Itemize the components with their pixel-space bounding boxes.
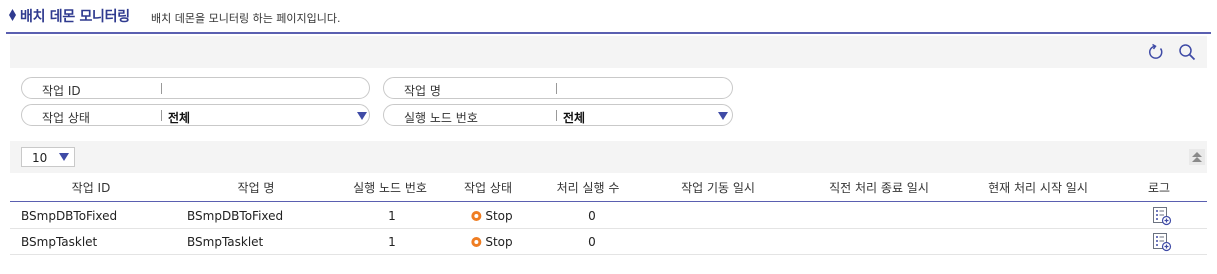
- job-status-label: 작업 상태: [42, 111, 90, 125]
- chevron-down-icon[interactable]: [357, 112, 367, 120]
- page-title: 배치 데몬 모니터링: [20, 9, 130, 25]
- divider: [161, 110, 162, 121]
- collapse-up-icon[interactable]: [1189, 149, 1205, 165]
- grid-toolbar: 10: [10, 141, 1207, 173]
- search-toolbar: [10, 36, 1207, 68]
- divider: [161, 83, 162, 94]
- divider: [556, 110, 557, 121]
- col-current-start-time[interactable]: 현재 처리 시작 일시: [988, 179, 1088, 196]
- log-view-icon[interactable]: [1152, 206, 1172, 226]
- page-size-value: 10: [32, 151, 48, 165]
- search-icon[interactable]: [1178, 43, 1196, 61]
- cell-exec-count: 0: [588, 209, 596, 223]
- divider: [556, 83, 557, 94]
- job-name-label: 작업 명: [404, 84, 441, 98]
- refresh-icon[interactable]: [1147, 43, 1165, 61]
- status-text: Stop: [485, 209, 513, 223]
- cell-job-id: BSmpTasklet: [21, 235, 98, 249]
- node-number-select[interactable]: 실행 노드 번호 전체: [383, 104, 733, 126]
- cell-node: 1: [388, 235, 396, 249]
- col-job-status[interactable]: 작업 상태: [464, 179, 512, 196]
- cell-job-name: BSmpDBToFixed: [187, 209, 284, 223]
- stop-status-icon: [471, 237, 482, 247]
- page-header: 배치 데몬 모니터링 배치 데몬을 모니터링 하는 페이지입니다.: [6, 0, 1211, 34]
- col-job-id[interactable]: 작업 ID: [72, 179, 111, 196]
- job-status-value[interactable]: 전체: [168, 109, 190, 126]
- status-badge: Stop: [471, 209, 513, 223]
- log-view-icon[interactable]: [1152, 232, 1172, 252]
- cell-exec-count: 0: [588, 235, 596, 249]
- job-name-filter[interactable]: 작업 명: [383, 77, 733, 99]
- chevron-down-icon[interactable]: [59, 153, 69, 161]
- col-start-time[interactable]: 작업 기동 일시: [681, 179, 755, 196]
- diamond-bullet-icon: [9, 9, 16, 21]
- page-size-select[interactable]: 10: [21, 147, 75, 167]
- node-number-label: 실행 노드 번호: [404, 111, 478, 125]
- job-id-filter[interactable]: 작업 ID: [21, 77, 370, 99]
- col-node-number[interactable]: 실행 노드 번호: [353, 179, 427, 196]
- col-last-end-time[interactable]: 직전 처리 종료 일시: [829, 179, 929, 196]
- status-text: Stop: [485, 235, 513, 249]
- stop-status-icon: [471, 211, 482, 221]
- node-number-value[interactable]: 전체: [563, 109, 585, 126]
- col-exec-count[interactable]: 처리 실행 수: [557, 179, 620, 196]
- table-row[interactable]: BSmpDBToFixed BSmpDBToFixed 1 Stop 0: [10, 203, 1207, 229]
- job-id-label: 작업 ID: [42, 84, 81, 98]
- col-job-name[interactable]: 작업 명: [238, 179, 275, 196]
- status-badge: Stop: [471, 235, 513, 249]
- page-description: 배치 데몬을 모니터링 하는 페이지입니다.: [151, 12, 341, 25]
- chevron-down-icon[interactable]: [718, 112, 728, 120]
- cell-job-name: BSmpTasklet: [187, 235, 264, 249]
- grid-header: 작업 ID 작업 명 실행 노드 번호 작업 상태 처리 실행 수 작업 기동 …: [10, 173, 1207, 202]
- col-log: 로그: [1147, 181, 1171, 195]
- table-row[interactable]: BSmpTasklet BSmpTasklet 1 Stop 0: [10, 229, 1207, 255]
- cell-node: 1: [388, 209, 396, 223]
- job-status-select[interactable]: 작업 상태 전체: [21, 104, 370, 126]
- cell-job-id: BSmpDBToFixed: [21, 209, 118, 223]
